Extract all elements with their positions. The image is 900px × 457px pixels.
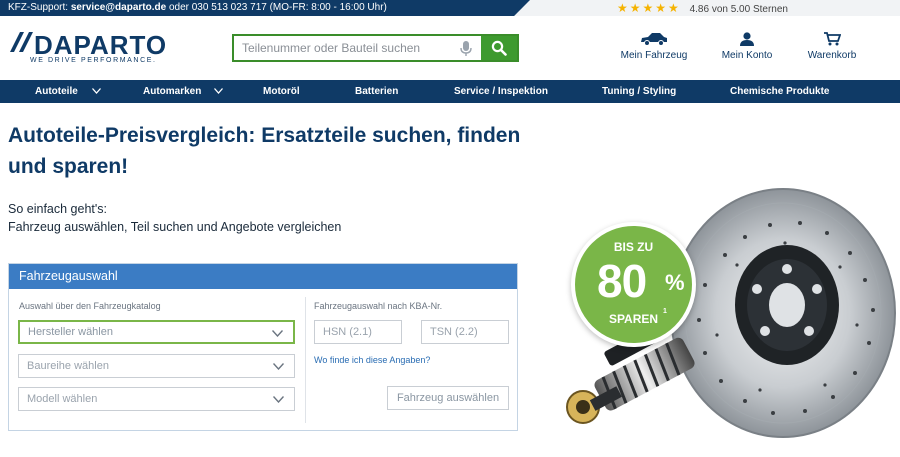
savings-badge: BIS ZU 80 % SPAREN 1 — [571, 222, 696, 347]
search-bar — [232, 34, 519, 62]
chevron-down-icon — [273, 396, 284, 403]
daparto-logo[interactable]: DAPARTO WE DRIVE PERFORMANCE. — [10, 30, 185, 68]
support-phone-hours: oder 030 513 023 717 (MO-FR: 8:00 - 16:0… — [168, 2, 387, 13]
intro-text: Fahrzeug auswählen, Teil suchen und Ange… — [8, 220, 342, 234]
vehicle-selection-panel: Fahrzeugauswahl Auswahl über den Fahrzeu… — [8, 263, 518, 431]
catalog-label: Auswahl über den Fahrzeugkatalog — [19, 301, 161, 311]
chevron-down-icon[interactable] — [214, 88, 223, 94]
nav-item-chemische-produkte[interactable]: Chemische Produkte — [730, 80, 829, 103]
my-vehicle-link[interactable]: Mein Fahrzeug — [614, 32, 694, 61]
chevron-down-icon — [272, 330, 283, 337]
cart-link[interactable]: Warenkorb — [792, 32, 872, 61]
vehicle-selection-title: Fahrzeugauswahl — [9, 264, 517, 289]
rating-stars-icon: ★★★★★ — [617, 1, 681, 15]
column-divider — [305, 297, 306, 423]
chevron-down-icon[interactable] — [92, 88, 101, 94]
badge-top-text: BIS ZU — [613, 240, 654, 254]
main-navigation: Autoteile Automarken Motoröl Batterien S… — [0, 80, 900, 103]
search-icon — [491, 40, 507, 56]
cart-label: Warenkorb — [807, 50, 857, 61]
shop-rating[interactable]: ★★★★★ 4.86 von 5.00 Sternen — [617, 0, 788, 16]
nav-item-motoroel[interactable]: Motoröl — [263, 80, 300, 103]
series-select[interactable]: Baureihe wählen — [18, 354, 295, 378]
series-select-value: Baureihe wählen — [27, 360, 109, 372]
chevron-down-icon — [273, 363, 284, 370]
top-bar: KFZ-Support: service@daparto.de oder 030… — [0, 0, 900, 16]
daparto-page: KFZ-Support: service@daparto.de oder 030… — [0, 0, 900, 457]
microphone-icon[interactable] — [459, 41, 473, 57]
rating-text: 4.86 von 5.00 Sternen — [689, 4, 788, 15]
badge-bottom-text: SPAREN — [608, 312, 659, 326]
page-title: Autoteile-Preisvergleich: Ersatzteile su… — [8, 124, 521, 178]
nav-item-batterien[interactable]: Batterien — [355, 80, 398, 103]
nav-item-autoteile[interactable]: Autoteile — [35, 80, 78, 103]
search-button[interactable] — [481, 36, 517, 60]
my-vehicle-label: Mein Fahrzeug — [620, 50, 688, 61]
badge-percent: % — [665, 270, 685, 295]
model-select-value: Modell wählen — [27, 393, 98, 405]
my-account-link[interactable]: Mein Konto — [707, 32, 787, 61]
kba-help-link[interactable]: Wo finde ich diese Angaben? — [314, 355, 430, 365]
hsn-input[interactable]: HSN (2.1) — [314, 320, 402, 344]
nav-item-tuning-styling[interactable]: Tuning / Styling — [602, 80, 676, 103]
search-input[interactable] — [234, 36, 482, 60]
support-email-link[interactable]: service@daparto.de — [71, 2, 166, 13]
logo-slashes-icon — [10, 32, 33, 52]
support-info: KFZ-Support: service@daparto.de oder 030… — [0, 0, 530, 16]
logo-tagline: WE DRIVE PERFORMANCE. — [30, 57, 157, 64]
kba-label: Fahrzeugauswahl nach KBA-Nr. — [314, 301, 443, 311]
manufacturer-select[interactable]: Hersteller wählen — [18, 320, 295, 344]
badge-footnote: 1 — [663, 308, 667, 315]
model-select[interactable]: Modell wählen — [18, 387, 295, 411]
support-prefix: KFZ-Support: — [8, 2, 69, 13]
my-account-label: Mein Konto — [721, 50, 773, 61]
user-icon — [740, 32, 754, 46]
nav-item-service-inspektion[interactable]: Service / Inspektion — [454, 80, 548, 103]
badge-number: 80 — [597, 255, 647, 307]
intro-heading: So einfach geht's: — [8, 202, 107, 216]
car-icon — [641, 33, 667, 46]
tsn-input[interactable]: TSN (2.2) — [421, 320, 509, 344]
nav-item-automarken[interactable]: Automarken — [143, 80, 201, 103]
select-vehicle-button[interactable]: Fahrzeug auswählen — [387, 386, 509, 410]
cart-icon — [824, 32, 841, 46]
manufacturer-select-value: Hersteller wählen — [28, 326, 113, 338]
